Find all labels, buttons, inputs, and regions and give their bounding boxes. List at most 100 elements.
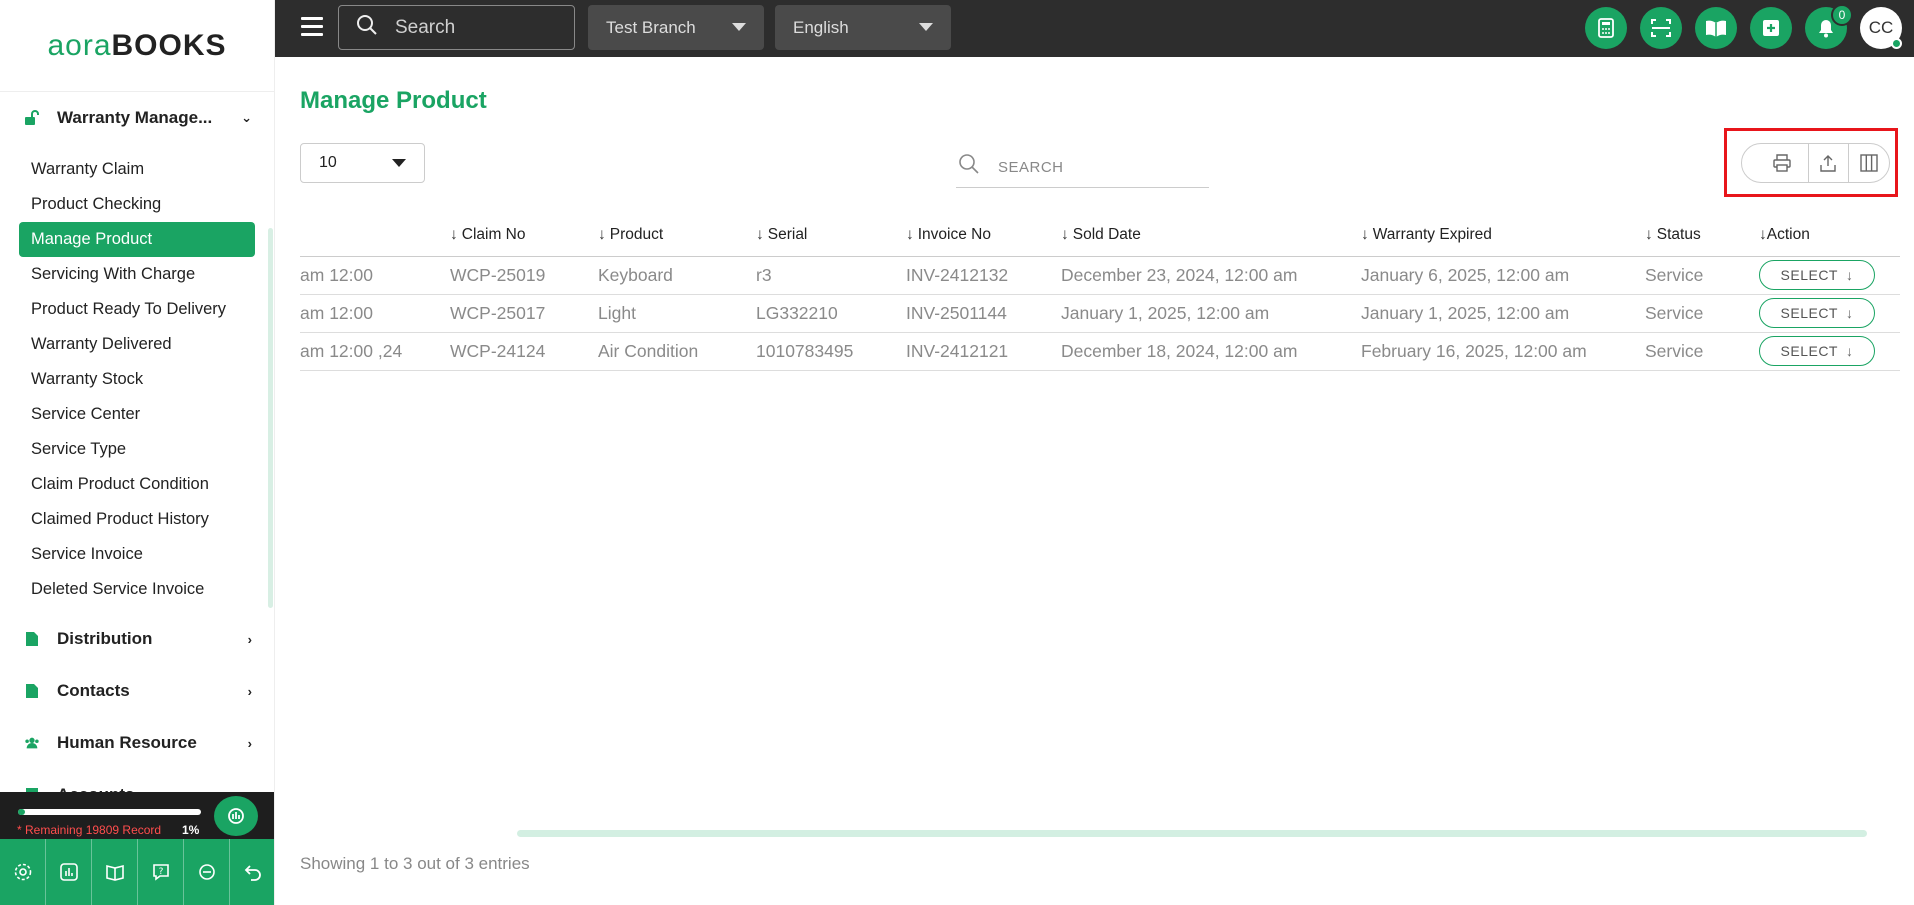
print-icon[interactable] <box>1742 144 1809 182</box>
progress-bar <box>18 809 201 815</box>
progress-percent: 1% <box>182 823 200 837</box>
column-header-product[interactable]: ↓ Product <box>598 214 756 257</box>
entries-info: Showing 1 to 3 out of 3 entries <box>300 854 530 873</box>
table-row: 24, 12:00 am WCP-24124 Air Condition 101… <box>300 332 1900 371</box>
sidebar-item-servicing-with-charge[interactable]: Servicing With Charge <box>19 257 255 292</box>
sidebar-section-contacts[interactable]: Contacts › <box>0 665 274 717</box>
sidebar-item-service-type[interactable]: Service Type <box>19 432 255 467</box>
sidebar-item-deleted-service-invoice[interactable]: Deleted Service Invoice <box>19 572 255 607</box>
menu-icon[interactable] <box>301 17 323 37</box>
sidebar-section-label: Human Resource <box>57 733 197 752</box>
table-search-input[interactable] <box>998 158 1178 176</box>
cell-claim-no: WCP-24124 <box>450 332 598 371</box>
calculator-icon[interactable] <box>1585 7 1627 49</box>
cell-claim-no: WCP-25017 <box>450 294 598 333</box>
sidebar-item-warranty-claim[interactable]: Warranty Claim <box>19 152 255 187</box>
table-row: 12:00 am WCP-25019 Keyboard r3 INV-24121… <box>300 256 1900 295</box>
branch-value: Test Branch <box>606 17 696 37</box>
column-header-hidden <box>300 214 450 257</box>
sidebar-item-service-center[interactable]: Service Center <box>19 397 255 432</box>
chevron-down-icon: ⌄ <box>241 110 252 125</box>
sidebar-item-service-invoice[interactable]: Service Invoice <box>19 537 255 572</box>
column-header-serial[interactable]: ↓ Serial <box>756 214 906 257</box>
arrow-down-icon: ↓ <box>1845 305 1854 321</box>
column-header-action[interactable]: ↓Action <box>1759 214 1900 257</box>
sidebar-section-label: Distribution <box>57 629 153 648</box>
logo-text: aoraBOOKS <box>47 28 227 62</box>
report-icon[interactable] <box>46 839 92 905</box>
product-table: ↓ Claim No ↓ Product ↓ Serial ↓ Invoice No ↓… <box>300 214 1914 371</box>
topbar-icons: 0 CC <box>1572 4 1902 49</box>
document-icon <box>24 683 40 699</box>
select-button[interactable]: SELECT ↓ <box>1759 298 1875 328</box>
sidebar-item-product-checking[interactable]: Product Checking <box>19 187 255 222</box>
cell-action: SELECT ↓ <box>1759 256 1900 295</box>
back-icon[interactable] <box>230 839 274 905</box>
sidebar-item-warranty-delivered[interactable]: Warranty Delivered <box>19 327 255 362</box>
sidebar-item-manage-product[interactable]: Manage Product <box>19 222 255 257</box>
add-icon[interactable] <box>1750 7 1792 49</box>
cell-product: Keyboard <box>598 256 756 295</box>
cell-sold-date: December 23, 2024, 12:00 am <box>1061 256 1361 295</box>
horizontal-scrollbar[interactable] <box>517 830 1867 837</box>
language-value: English <box>793 17 849 37</box>
table-tools <box>1741 143 1890 183</box>
table-row: 12:00 am WCP-25017 Light LG332210 INV-25… <box>300 294 1900 333</box>
notification-bell-icon[interactable]: 0 <box>1805 4 1853 49</box>
caret-down-icon <box>732 23 746 31</box>
help-icon[interactable]: ? <box>138 839 184 905</box>
sidebar-item-product-ready-to-delivery[interactable]: Product Ready To Delivery <box>19 292 255 327</box>
columns-icon[interactable] <box>1849 144 1889 182</box>
select-button[interactable]: SELECT ↓ <box>1759 260 1875 290</box>
cell-invoice-no: INV-2412132 <box>906 256 1061 295</box>
scan-icon[interactable] <box>1640 7 1682 49</box>
language-select[interactable]: English <box>775 5 951 50</box>
global-search[interactable] <box>338 5 575 50</box>
logo[interactable]: aoraBOOKS <box>0 0 274 92</box>
cell-serial: r3 <box>756 256 906 295</box>
chat-icon[interactable] <box>184 839 230 905</box>
select-button[interactable]: SELECT ↓ <box>1759 336 1875 366</box>
sidebar-bottom: * Remaining 19809 Record 1% ? <box>0 792 274 905</box>
caret-down-icon <box>392 159 406 167</box>
sidebar-section-warranty[interactable]: Warranty Manage... ⌄ <box>0 92 274 144</box>
page-title: Manage Product <box>300 87 487 114</box>
cell-claim-date: 12:00 am <box>300 294 450 333</box>
avatar[interactable]: CC <box>1860 7 1902 49</box>
search-icon <box>355 13 379 43</box>
cell-product: Light <box>598 294 756 333</box>
sidebar-section-label: Contacts <box>57 681 130 700</box>
settings-icon[interactable] <box>0 839 46 905</box>
sidebar-scrollbar[interactable] <box>268 228 273 608</box>
sidebar: aoraBOOKS Warranty Manage... ⌄ Warranty … <box>0 0 275 905</box>
column-header-claim-no[interactable]: ↓ Claim No <box>450 214 598 257</box>
branch-select[interactable]: Test Branch <box>588 5 764 50</box>
sidebar-item-claimed-product-history[interactable]: Claimed Product History <box>19 502 255 537</box>
cell-claim-no: WCP-25019 <box>450 256 598 295</box>
column-header-invoice-no[interactable]: ↓ Invoice No <box>906 214 1061 257</box>
column-header-sold-date[interactable]: ↓ Sold Date <box>1061 214 1361 257</box>
remaining-records-text: * Remaining 19809 Record <box>17 823 162 837</box>
global-search-input[interactable] <box>395 16 545 39</box>
cell-action: SELECT ↓ <box>1759 332 1900 371</box>
progress-fill <box>18 809 26 815</box>
page-length-select[interactable]: 10 <box>300 143 425 183</box>
search-icon <box>958 153 980 181</box>
cell-serial: LG332210 <box>756 294 906 333</box>
upgrade-icon[interactable] <box>214 796 258 836</box>
cell-action: SELECT ↓ <box>1759 294 1900 333</box>
chevron-right-icon: › <box>247 683 252 699</box>
sidebar-section-human-resource[interactable]: Human Resource › <box>0 717 274 769</box>
cell-warranty-expired: February 16, 2025, 12:00 am <box>1361 332 1645 371</box>
sidebar-item-claim-product-condition[interactable]: Claim Product Condition <box>19 467 255 502</box>
column-header-warranty-expired[interactable]: ↓ Warranty Expired <box>1361 214 1645 257</box>
export-icon[interactable] <box>1809 144 1850 182</box>
sidebar-item-warranty-stock[interactable]: Warranty Stock <box>19 362 255 397</box>
book-open-icon[interactable] <box>1695 7 1737 49</box>
sidebar-section-distribution[interactable]: Distribution › <box>0 613 274 665</box>
caret-down-icon <box>919 23 933 31</box>
table-search[interactable] <box>956 147 1209 188</box>
document-icon <box>24 631 40 647</box>
column-header-status[interactable]: ↓ Status <box>1645 214 1759 257</box>
book-icon[interactable] <box>92 839 138 905</box>
